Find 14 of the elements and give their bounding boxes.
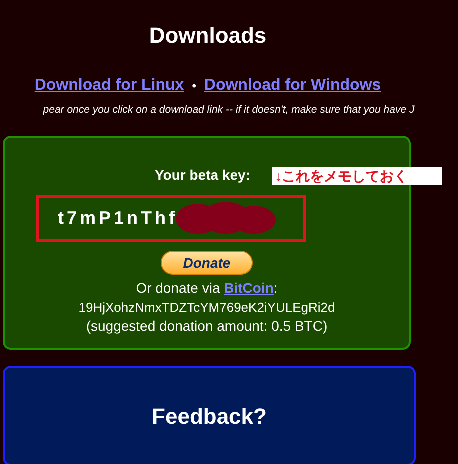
notice-text: pear once you click on a download link -- if it doesn't, make sure that you have J — [43, 103, 415, 117]
bitcoin-link[interactable]: BitCoin — [224, 280, 274, 296]
donate-button[interactable]: Donate — [161, 251, 253, 275]
suggestion-text: (suggested donation amount: 0.5 BTC) — [86, 317, 328, 336]
bitcoin-address: 19HjXohzNmxTDZTcYM769eK2iYULEgRi2d — [78, 299, 336, 317]
key-label: Your beta key: — [155, 166, 250, 184]
download-link[interactable]: Download for Linux — [34, 76, 184, 96]
donate-text: Or donate via BitCoin: — [136, 279, 278, 298]
annotation-note: ↓これをメモしておく — [272, 167, 442, 185]
beta-key: t7mP1nThf — [58, 208, 178, 229]
download-link[interactable]: Download for Windows — [204, 76, 382, 96]
page-title: Downloads — [148, 22, 268, 49]
separator-dot: • — [192, 78, 196, 95]
feedback-title: Feedback? — [152, 404, 267, 430]
